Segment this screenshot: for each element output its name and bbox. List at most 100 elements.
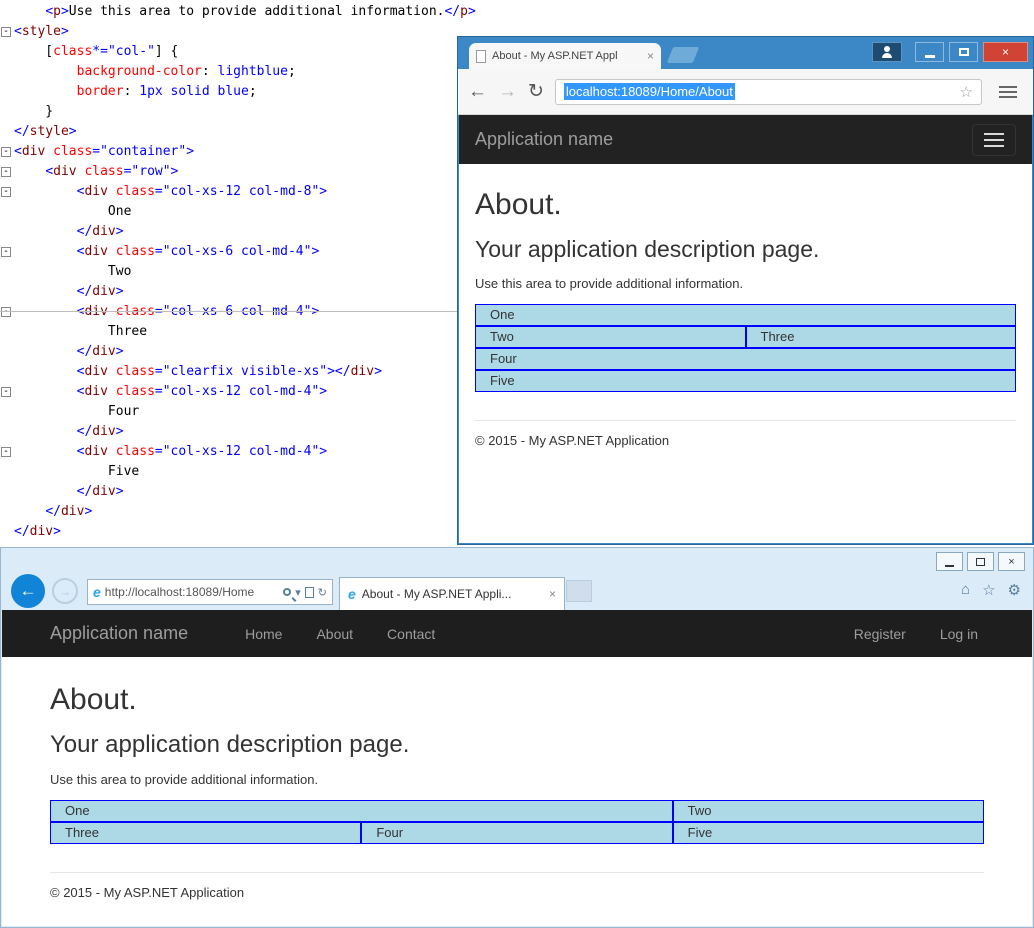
- minimize-button[interactable]: [915, 42, 944, 62]
- site-navbar: Application name Home About Contact Regist…: [2, 610, 1032, 657]
- gutter: [0, 342, 14, 362]
- back-button[interactable]: ←: [11, 574, 45, 608]
- fold-toggle[interactable]: -: [0, 142, 14, 162]
- forward-button[interactable]: →: [52, 578, 78, 604]
- code-text: <div class="col-xs-12 col-md-8">: [76, 184, 328, 199]
- url-text[interactable]: localhost:18089/Home/About: [563, 83, 735, 100]
- maximize-button[interactable]: [949, 42, 978, 62]
- code-text: Three: [14, 324, 148, 339]
- code-text: [class*="col-"] {: [14, 44, 179, 59]
- page-favicon-icon: [476, 49, 486, 63]
- footer-copyright: © 2015 - My ASP.NET Application: [50, 885, 245, 900]
- code-line: </div>: [0, 522, 457, 542]
- code-text: </div>: [76, 424, 124, 439]
- fold-collapse-icon[interactable]: -: [1, 447, 11, 457]
- chrome-page: Application name About. Your application…: [459, 115, 1032, 543]
- close-button[interactable]: ×: [983, 42, 1028, 62]
- code-line: - <div class="container">: [0, 142, 457, 162]
- chrome-window-controls: ×: [872, 42, 1028, 62]
- code-text: </div>: [76, 484, 124, 499]
- nav-link-contact[interactable]: Contact: [370, 626, 452, 642]
- fold-collapse-icon[interactable]: -: [1, 27, 11, 37]
- back-button[interactable]: ←: [468, 81, 487, 103]
- minimize-button[interactable]: [936, 552, 963, 571]
- chrome-tab[interactable]: About - My ASP.NET Appl ×: [469, 43, 661, 69]
- grid-cell-four: Four: [361, 822, 673, 844]
- brand-link[interactable]: Application name: [475, 129, 613, 150]
- minimize-icon: [924, 55, 935, 58]
- brand-link[interactable]: Application name: [50, 623, 188, 644]
- fold-toggle[interactable]: -: [0, 182, 14, 202]
- code-line: </div>: [0, 222, 457, 242]
- navbar-toggle-button[interactable]: [972, 123, 1016, 156]
- chrome-tab-title: About - My ASP.NET Appl: [492, 50, 618, 62]
- code-text: <div class="col-xs-6 col-md-4">: [76, 244, 320, 259]
- fold-collapse-icon[interactable]: -: [1, 147, 11, 157]
- fold-collapse-icon[interactable]: -: [1, 187, 11, 197]
- code-text: <div class="clearfix visible-xs"></div>: [76, 364, 382, 379]
- code-editor[interactable]: <p>Use this area to provide additional i…: [0, 0, 476, 545]
- nav-link-home[interactable]: Home: [228, 626, 299, 642]
- fold-toggle[interactable]: -: [0, 242, 14, 262]
- ie-titlebar[interactable]: ×: [1, 548, 1033, 574]
- ie-tab[interactable]: e About - My ASP.NET Appli... ×: [339, 577, 565, 610]
- autocomplete-caret-icon[interactable]: ▾: [295, 586, 301, 599]
- site-navbar: Application name: [459, 115, 1032, 164]
- page-description: Use this area to provide additional info…: [475, 276, 744, 291]
- fold-collapse-icon[interactable]: -: [1, 167, 11, 177]
- profile-button[interactable]: [872, 42, 902, 62]
- refresh-icon[interactable]: ↻: [318, 586, 327, 599]
- fold-toggle[interactable]: -: [0, 162, 14, 182]
- code-text: <div class="col-xs-12 col-md-4">: [76, 444, 328, 459]
- nav-link-log-in[interactable]: Log in: [940, 626, 978, 642]
- tab-close-icon[interactable]: ×: [647, 49, 654, 63]
- nav-link-register[interactable]: Register: [854, 626, 906, 642]
- compatibility-icon[interactable]: [304, 586, 314, 598]
- favorites-star-icon[interactable]: ☆: [982, 581, 995, 599]
- chrome-titlebar[interactable]: About - My ASP.NET Appl × ×: [458, 37, 1033, 69]
- gutter: [0, 102, 14, 122]
- gutter: [0, 282, 14, 302]
- gutter: [0, 222, 14, 242]
- home-icon[interactable]: ⌂: [961, 581, 970, 599]
- page-body: About. Your application description page…: [2, 683, 1032, 900]
- url-text[interactable]: http://localhost:18089/Home: [105, 585, 279, 599]
- bookmark-star-icon[interactable]: ☆: [960, 83, 973, 101]
- fold-toggle[interactable]: -: [0, 302, 14, 322]
- code-line: border: 1px solid blue;: [0, 82, 457, 102]
- maximize-button[interactable]: [967, 552, 994, 571]
- code-line: [class*="col-"] {: [0, 42, 457, 62]
- nav-link-about[interactable]: About: [299, 626, 370, 642]
- fold-collapse-icon[interactable]: -: [1, 247, 11, 257]
- address-bar[interactable]: e http://localhost:18089/Home ▾ ↻: [87, 579, 333, 605]
- fold-collapse-icon[interactable]: -: [1, 387, 11, 397]
- forward-button[interactable]: →: [498, 81, 517, 103]
- new-tab-button[interactable]: [566, 580, 592, 602]
- maximize-icon: [976, 557, 985, 566]
- fold-collapse-icon[interactable]: -: [1, 307, 11, 317]
- ie-window: × ← → e http://localhost:18089/Home ▾ ↻ …: [0, 547, 1034, 928]
- gutter: [0, 322, 14, 342]
- refresh-button[interactable]: ↻: [528, 80, 544, 103]
- new-tab-button[interactable]: [666, 47, 700, 63]
- address-bar[interactable]: localhost:18089/Home/About ☆: [554, 78, 982, 105]
- grid-cell-three: Three: [745, 326, 1016, 348]
- code-text: One: [14, 204, 132, 219]
- code-text: <style>: [14, 24, 69, 39]
- code-text: }: [14, 104, 54, 119]
- fold-toggle[interactable]: -: [0, 22, 14, 42]
- fold-toggle[interactable]: -: [0, 382, 14, 402]
- tab-close-icon[interactable]: ×: [549, 587, 556, 601]
- settings-gear-icon[interactable]: ⚙: [1008, 581, 1021, 599]
- fold-toggle[interactable]: -: [0, 442, 14, 462]
- minimize-icon: [945, 565, 954, 567]
- code-line: Two: [0, 262, 457, 282]
- gutter: [0, 202, 14, 222]
- search-icon[interactable]: [283, 588, 292, 596]
- code-line: - <div class="col-xs-12 col-md-4">: [0, 382, 457, 402]
- forward-arrow-icon: →: [58, 583, 72, 599]
- code-lines: <p>Use this area to provide additional i…: [0, 2, 476, 542]
- chrome-menu-button[interactable]: [993, 79, 1023, 105]
- close-button[interactable]: ×: [998, 552, 1025, 571]
- grid-cell-three: Three: [50, 822, 362, 844]
